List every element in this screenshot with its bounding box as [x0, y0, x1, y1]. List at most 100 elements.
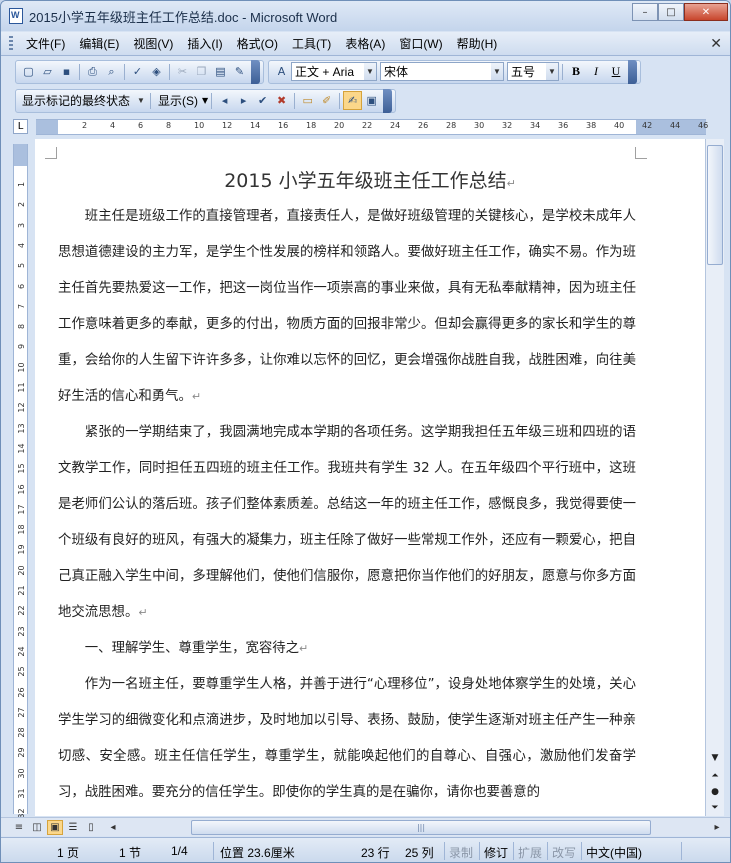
vertical-scrollbar[interactable]: ▼ ⏶ ● ⏷ [705, 139, 724, 816]
ruler-tick-label: 20 [334, 121, 345, 130]
status-language[interactable]: 中文(中国) [586, 844, 642, 861]
horizontal-ruler[interactable]: 2 4 6 8 10 12 14 16 18 20 22 24 26 28 30 32 34 36 38 40 42 44… [36, 119, 708, 135]
ruler-tick-label: 23 [17, 626, 26, 637]
ruler-tick-label: 9 [17, 344, 26, 350]
display-mode-combo[interactable]: 显示标记的最终状态 ▼ [19, 91, 147, 110]
print-preview-icon[interactable]: ⌕ [102, 62, 121, 81]
toolbar-options-icon[interactable] [383, 88, 393, 113]
ruler-tick-label: 22 [17, 605, 26, 616]
ruler-tick-label: 10 [17, 362, 26, 373]
menu-edit[interactable]: 编辑(E) [72, 35, 126, 52]
ruler-tick-label: 36 [558, 121, 569, 130]
reject-change-icon[interactable]: ✖ [272, 91, 291, 110]
previous-change-icon[interactable]: ◂ [215, 91, 234, 110]
reviewing-pane-icon[interactable]: ▣ [362, 91, 381, 110]
open-folder-icon[interactable]: ▱ [38, 62, 57, 81]
accept-change-icon[interactable]: ✔ [253, 91, 272, 110]
document-close-icon[interactable]: ✕ [710, 36, 722, 52]
ruler-tick-label: 34 [530, 121, 541, 130]
font-size-combo[interactable]: 五号 ▼ [507, 62, 559, 81]
underline-button[interactable]: U [606, 62, 626, 81]
scroll-down-arrow-icon[interactable]: ▼ [707, 751, 723, 765]
outline-view-icon[interactable]: ☰ [65, 820, 81, 835]
display-mode-value: 显示标记的最终状态 [22, 94, 131, 108]
toolbar-options-icon[interactable] [628, 59, 637, 84]
menu-insert[interactable]: 插入(I) [180, 35, 229, 52]
ruler-tick-label: 13 [17, 423, 26, 434]
normal-view-icon[interactable]: ≡ [11, 820, 27, 835]
toolbar-grip[interactable] [9, 35, 13, 52]
toolbar-row-2: 显示标记的最终状态 ▼ 显示(S) ▼ ◂ ▸ ✔ ✖ ▭ ✐ ✍ ▣ [1, 87, 730, 114]
horizontal-scroll-thumb[interactable]: ||| [191, 820, 651, 835]
print-layout-view-icon[interactable]: ▣ [47, 819, 63, 835]
copy-icon[interactable]: ❐ [192, 62, 211, 81]
page-corner-mark [635, 147, 647, 159]
status-overtype[interactable]: 改写 [552, 844, 576, 861]
ruler-tick-label: 29 [17, 747, 26, 758]
styles-pane-icon[interactable]: A [272, 62, 291, 81]
bold-button[interactable]: B [566, 62, 586, 81]
chevron-down-icon[interactable]: ▼ [202, 96, 208, 105]
menu-table[interactable]: 表格(A) [338, 35, 392, 52]
minimize-button[interactable]: – [632, 3, 658, 21]
document-area[interactable]: 2015 小学五年级班主任工作总结↵ 班主任是班级工作的直接管理者，直接责任人，… [35, 139, 705, 816]
horizontal-scroll-track[interactable]: ||| [111, 820, 706, 835]
paragraph-1: 班主任是班级工作的直接管理者，直接责任人，是做好班级管理的关键核心，是学校未成年… [58, 209, 636, 404]
chevron-down-icon[interactable]: ▼ [364, 63, 376, 80]
menu-format[interactable]: 格式(O) [230, 35, 285, 52]
italic-button[interactable]: I [586, 62, 606, 81]
browse-object-icon[interactable]: ● [707, 785, 723, 799]
status-extend[interactable]: 扩展 [518, 844, 542, 861]
research-icon[interactable]: ◈ [147, 62, 166, 81]
close-button[interactable]: ✕ [684, 3, 728, 21]
document-page[interactable]: 2015 小学五年级班主任工作总结↵ 班主任是班级工作的直接管理者，直接责任人，… [35, 139, 705, 816]
word-window: 2015小学五年级班主任工作总结.doc - Microsoft Word – … [0, 0, 731, 863]
ruler-tick-label: 18 [17, 524, 26, 535]
ruler-tick-label: 19 [17, 544, 26, 555]
ruler-tick-label: 42 [642, 121, 653, 130]
save-icon[interactable]: ▪ [57, 62, 76, 81]
scroll-right-arrow-icon[interactable]: ▸ [709, 820, 725, 835]
menu-file[interactable]: 文件(F) [19, 35, 72, 52]
chevron-down-icon[interactable]: ▼ [491, 63, 503, 80]
previous-page-icon[interactable]: ⏶ [707, 769, 723, 783]
style-combo[interactable]: 正文 + Aria ▼ [291, 62, 377, 81]
new-document-icon[interactable]: ▢ [19, 62, 38, 81]
spelling-icon[interactable]: ✓ [128, 62, 147, 81]
insert-comment-icon[interactable]: ▭ [298, 91, 317, 110]
paste-icon[interactable]: ▤ [211, 62, 230, 81]
ruler-tick-label: 28 [17, 727, 26, 738]
vertical-ruler[interactable]: 1 2 3 4 5 6 7 8 9 10 11 12 13 14 15 16 17 18 19 20 21 22 23 24 2… [13, 144, 28, 819]
next-page-icon[interactable]: ⏷ [707, 801, 723, 815]
toolbar-options-icon[interactable] [251, 59, 260, 84]
ruler-tick-label: 8 [17, 324, 26, 330]
track-changes-icon[interactable]: ✍ [343, 91, 363, 110]
next-change-icon[interactable]: ▸ [234, 91, 253, 110]
vertical-scroll-thumb[interactable] [707, 145, 723, 265]
ruler-tick-label: 44 [670, 121, 681, 130]
font-combo[interactable]: 宋体 ▼ [380, 62, 504, 81]
cut-icon[interactable]: ✂ [173, 62, 192, 81]
format-painter-icon[interactable]: ✎ [230, 62, 249, 81]
highlight-icon[interactable]: ✐ [317, 91, 336, 110]
menu-view[interactable]: 视图(V) [126, 35, 180, 52]
status-page: 1 页 [57, 846, 80, 860]
status-track-changes[interactable]: 修订 [484, 844, 508, 861]
menu-tools[interactable]: 工具(T) [285, 35, 338, 52]
menu-window[interactable]: 窗口(W) [392, 35, 449, 52]
ruler-tick-label: 10 [194, 121, 205, 130]
tab-selector[interactable]: L [13, 119, 28, 134]
horizontal-ruler-row: L 2 4 6 8 10 12 14 16 18 20 22 24 26 28 30 32 34 36 38 40 42… [1, 116, 730, 137]
chevron-down-icon[interactable]: ▼ [135, 92, 147, 109]
ruler-tick-label: 38 [586, 121, 597, 130]
menu-help[interactable]: 帮助(H) [450, 35, 505, 52]
formatting-toolbar: A 正文 + Aria ▼ 宋体 ▼ 五号 ▼ B I U [268, 59, 641, 84]
maximize-button[interactable]: □ [658, 3, 684, 21]
status-record[interactable]: 录制 [449, 844, 473, 861]
title-bar[interactable]: 2015小学五年级班主任工作总结.doc - Microsoft Word – … [1, 1, 730, 31]
print-icon[interactable]: ⎙ [83, 62, 102, 81]
show-menu-button[interactable]: 显示(S) [154, 92, 202, 109]
reading-view-icon[interactable]: ▯ [83, 820, 99, 835]
chevron-down-icon[interactable]: ▼ [546, 63, 558, 80]
web-view-icon[interactable]: ◫ [29, 820, 45, 835]
